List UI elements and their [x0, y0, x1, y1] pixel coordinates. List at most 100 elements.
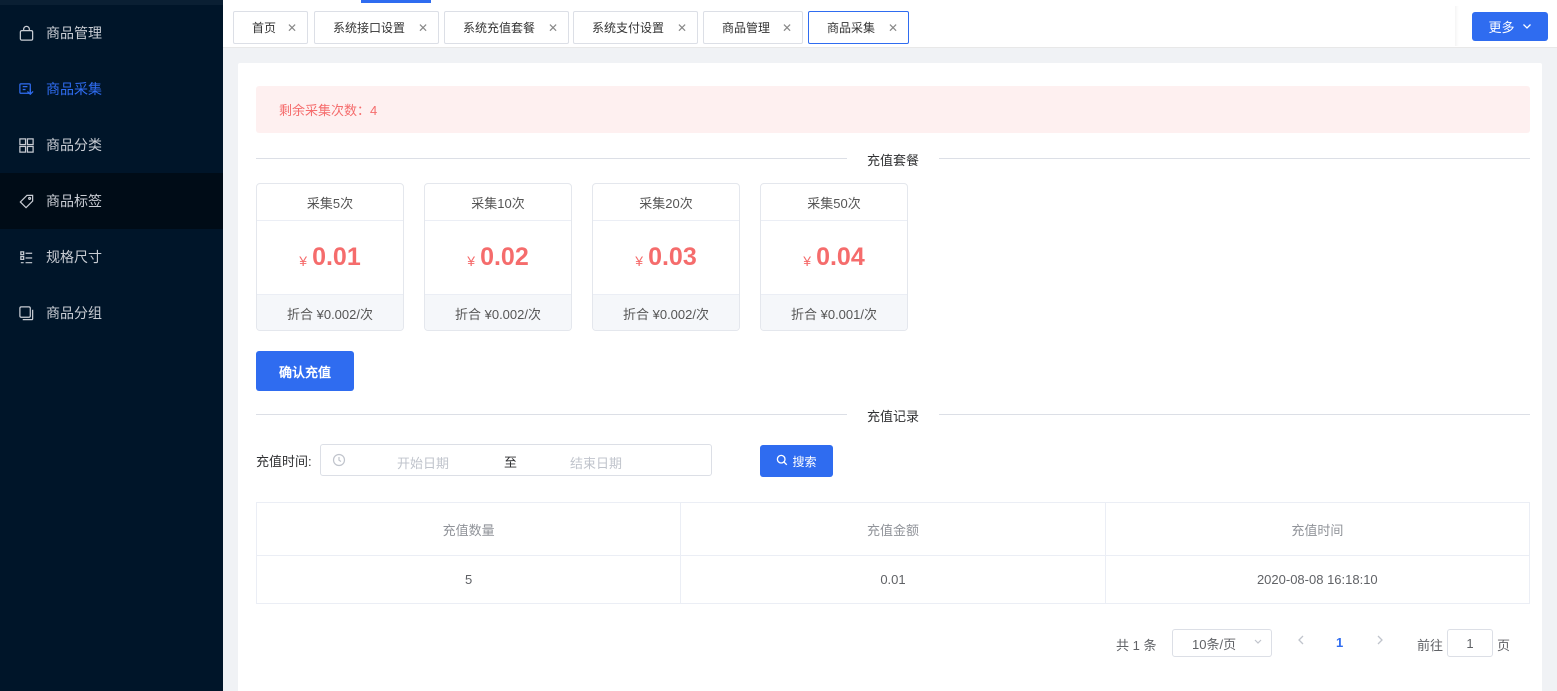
tab-recharge-packages[interactable]: 系统充值套餐 ✕	[444, 11, 569, 44]
column-header: 充值数量	[257, 503, 682, 556]
package-name: 采集20次	[593, 184, 739, 221]
tab-product-management[interactable]: 商品管理 ✕	[703, 11, 803, 44]
close-icon[interactable]: ✕	[548, 21, 558, 35]
currency-symbol: ¥	[635, 252, 644, 269]
page-suffix: 页	[1497, 638, 1511, 653]
sidebar-item-label: 商品管理	[46, 25, 102, 41]
tab-label: 系统接口设置	[333, 21, 406, 35]
tab-product-collect[interactable]: 商品采集 ✕	[808, 11, 909, 44]
price-value: 0.01	[312, 243, 361, 271]
package-card[interactable]: 采集50次 ¥ 0.04 折合 ¥0.001/次	[760, 183, 908, 331]
records-section-title: 充值记录	[846, 406, 940, 425]
pagination-total: 共 1 条	[1116, 638, 1157, 653]
package-unit-price: 折合 ¥0.002/次	[257, 294, 403, 330]
sidebar-item-label: 商品分类	[46, 137, 102, 153]
more-button-label: 更多	[1488, 20, 1515, 35]
tab-label: 首页	[252, 21, 277, 35]
header-accent-bar	[361, 0, 431, 3]
records-divider: 充值记录	[256, 406, 1530, 425]
remaining-count-alert: 剩余采集次数：4	[256, 86, 1530, 133]
package-unit-price: 折合 ¥0.001/次	[761, 294, 907, 330]
tabs-scroll-shadow	[1455, 6, 1459, 46]
search-icon	[776, 454, 788, 469]
close-icon[interactable]: ✕	[888, 21, 898, 35]
price-value: 0.03	[648, 243, 697, 271]
sidebar-item-label: 商品分组	[46, 305, 102, 321]
package-unit-price: 折合 ¥0.002/次	[593, 294, 739, 330]
currency-symbol: ¥	[803, 252, 812, 269]
packages-divider: 充值套餐	[256, 150, 1530, 169]
tag-icon	[17, 192, 35, 210]
next-page-icon[interactable]	[1375, 634, 1385, 649]
tab-api-settings[interactable]: 系统接口设置 ✕	[314, 11, 439, 44]
goto-page-input[interactable]: 1	[1447, 629, 1493, 657]
price-value: 0.04	[816, 243, 865, 271]
search-button[interactable]: 搜索	[760, 445, 833, 477]
main-panel: 剩余采集次数：4 充值套餐 采集5次 ¥ 0.01 折合 ¥0.002/次 采集…	[238, 63, 1542, 691]
table-cell: 5	[257, 556, 682, 603]
sidebar-item-product-category[interactable]: 商品分类	[0, 117, 223, 173]
sidebar-item-label: 商品标签	[46, 193, 102, 209]
package-card[interactable]: 采集5次 ¥ 0.01 折合 ¥0.002/次	[256, 183, 404, 331]
page-size-value: 10条/页	[1192, 636, 1237, 652]
collect-icon	[17, 80, 35, 98]
goto-label: 前往	[1417, 638, 1444, 653]
package-price: ¥ 0.02	[425, 221, 571, 294]
currency-symbol: ¥	[299, 252, 308, 269]
package-unit-price: 折合 ¥0.002/次	[425, 294, 571, 330]
chevron-down-icon	[1522, 19, 1532, 34]
sidebar-item-product-tag[interactable]: 商品标签	[0, 173, 223, 229]
search-button-label: 搜索	[792, 454, 817, 469]
package-card[interactable]: 采集20次 ¥ 0.03 折合 ¥0.002/次	[592, 183, 740, 331]
start-date-input[interactable]: 开始日期	[397, 453, 449, 472]
sidebar-item-label: 商品采集	[46, 81, 102, 97]
tab-home[interactable]: 首页 ✕	[233, 11, 308, 44]
column-header: 充值金额	[681, 503, 1106, 556]
package-card[interactable]: 采集10次 ¥ 0.02 折合 ¥0.002/次	[424, 183, 572, 331]
tab-label: 商品管理	[722, 21, 771, 35]
tab-payment-settings[interactable]: 系统支付设置 ✕	[573, 11, 698, 44]
package-name: 采集50次	[761, 184, 907, 221]
packages-section-title: 充值套餐	[846, 150, 940, 169]
pagination: 共 1 条 10条/页 1 前往 1 页	[238, 629, 1542, 657]
list-icon	[17, 248, 35, 266]
close-icon[interactable]: ✕	[677, 21, 687, 35]
table-header-row: 充值数量 充值金额 充值时间	[257, 503, 1529, 556]
sidebar: 商品管理 商品采集 商品分类 商品标签 规格尺寸 商品分组	[0, 0, 223, 691]
close-icon[interactable]: ✕	[418, 21, 428, 35]
recharge-records-table: 充值数量 充值金额 充值时间 5 0.01 2020-08-08 16:18:1…	[256, 502, 1530, 604]
currency-symbol: ¥	[467, 252, 476, 269]
close-icon[interactable]: ✕	[287, 21, 297, 35]
grid-icon	[17, 136, 35, 154]
shopping-bag-icon	[17, 24, 35, 42]
recharge-time-label: 充值时间:	[256, 454, 312, 469]
table-row: 5 0.01 2020-08-08 16:18:10	[257, 556, 1529, 603]
confirm-recharge-button[interactable]: 确认充值	[256, 351, 354, 391]
package-name: 采集5次	[257, 184, 403, 221]
current-page[interactable]: 1	[1336, 635, 1343, 650]
close-icon[interactable]: ✕	[782, 21, 792, 35]
package-name: 采集10次	[425, 184, 571, 221]
table-cell: 2020-08-08 16:18:10	[1256, 572, 1378, 587]
package-price: ¥ 0.01	[257, 221, 403, 294]
more-tabs-button[interactable]: 更多	[1472, 12, 1548, 41]
sidebar-item-product-group[interactable]: 商品分组	[0, 285, 223, 341]
column-header: 充值时间	[1105, 503, 1529, 556]
page-size-select[interactable]: 10条/页	[1172, 629, 1272, 657]
date-range-picker[interactable]: 开始日期 至 结束日期	[320, 444, 712, 476]
price-value: 0.02	[480, 243, 529, 271]
prev-page-icon[interactable]	[1296, 634, 1306, 649]
table-cell: 0.01	[681, 556, 1106, 603]
sidebar-item-product-management[interactable]: 商品管理	[0, 5, 223, 61]
tab-label: 系统充值套餐	[463, 21, 536, 35]
sidebar-item-spec-size[interactable]: 规格尺寸	[0, 229, 223, 285]
tab-label: 商品采集	[827, 21, 876, 35]
package-price: ¥ 0.03	[593, 221, 739, 294]
sidebar-item-product-collect[interactable]: 商品采集	[0, 61, 223, 117]
end-date-input[interactable]: 结束日期	[570, 453, 622, 472]
range-separator: 至	[504, 455, 518, 470]
chevron-down-icon	[1253, 636, 1263, 649]
copy-icon	[17, 304, 35, 322]
sidebar-item-label: 规格尺寸	[46, 249, 102, 265]
tabs-bar: 首页 ✕ 系统接口设置 ✕ 系统充值套餐 ✕ 系统支付设置 ✕ 商品管理 ✕ 商…	[223, 0, 1557, 48]
